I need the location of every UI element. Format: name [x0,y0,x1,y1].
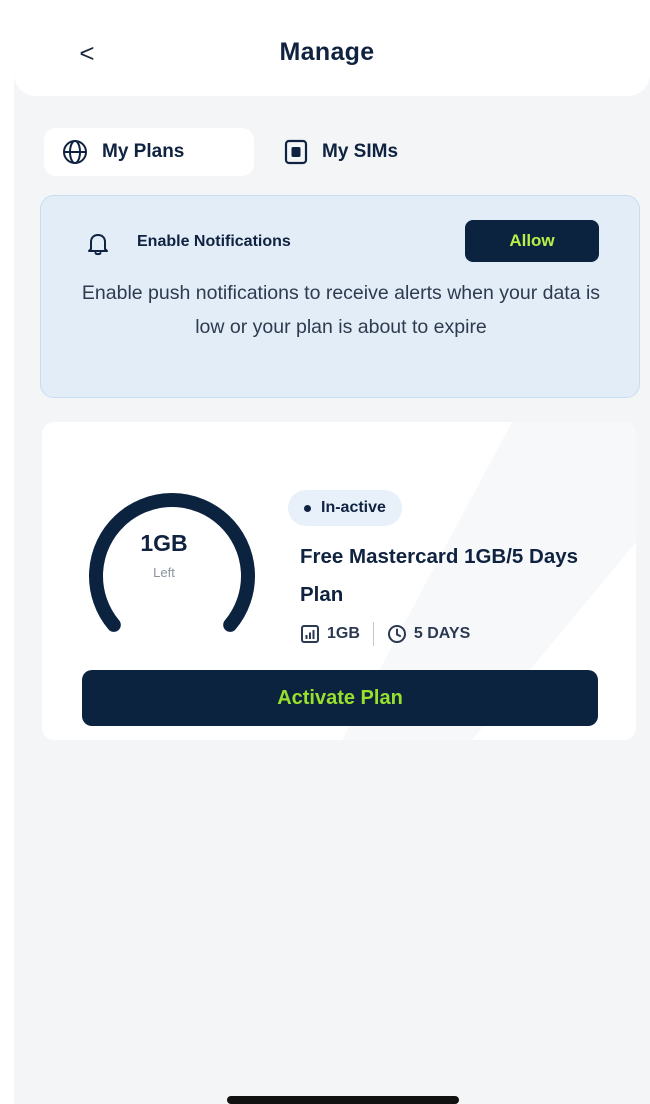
sim-card-icon [284,139,308,165]
manage-screen: < Manage My Plans My SIMs Enable Notific… [14,8,650,1104]
meta-divider [372,622,374,646]
bell-icon [88,234,108,256]
page-title: Manage [279,38,375,66]
globe-icon [63,140,87,164]
plan-validity: 5 DAYS [413,625,471,642]
home-indicator [227,1096,459,1104]
plan-name: Free Mastercard 1GB/5 Days Plan [300,545,579,606]
plan-data-amount: 1GB [327,625,360,642]
data-chart-icon [301,625,319,643]
clock-icon [387,625,406,643]
app-header: < Manage [14,8,650,96]
notification-banner: Enable Notifications Allow Enable push n… [40,195,640,398]
plan-meta: 1GB 5 DAYS [300,620,470,648]
data-remaining-gauge [89,493,255,632]
tab-my-plans[interactable]: My Plans [44,128,254,176]
status-badge: In-active [288,490,402,526]
plan-card: 1GB Left In-active Free Mastercard 1GB/5… [42,422,636,740]
data-remaining-label: Left [153,565,175,580]
status-dot [304,504,311,512]
notification-title: Enable Notifications [137,233,291,250]
data-remaining-value: 1GB [140,530,188,556]
tab-my-plans-label: My Plans [102,141,185,162]
status-text: In-active [321,499,386,516]
notification-body: Enable push notifications to receive ale… [81,282,601,338]
tab-my-sims-label: My SIMs [322,141,399,162]
allow-button[interactable]: Allow [465,220,599,262]
activate-plan-button[interactable]: Activate Plan [82,670,598,726]
tab-my-sims[interactable]: My SIMs [266,128,466,176]
